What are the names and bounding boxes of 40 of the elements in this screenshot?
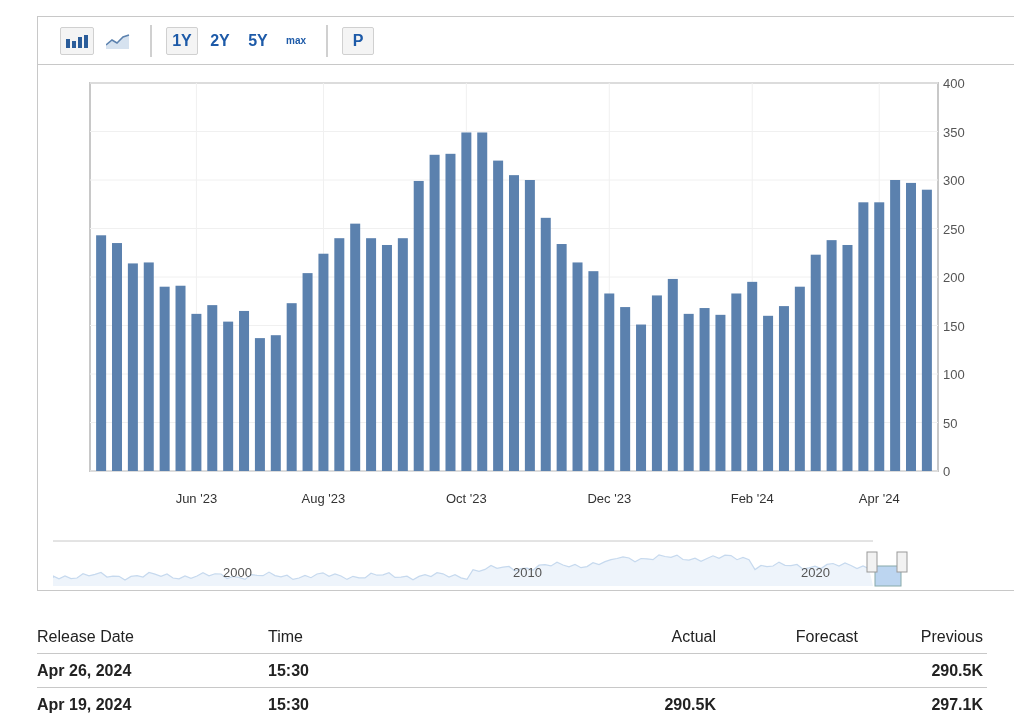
x-axis-label: Jun '23	[175, 491, 218, 506]
x-axis-label: Aug '23	[301, 491, 346, 506]
column-header: Previous	[919, 628, 983, 646]
range-button[interactable]: 1Y	[166, 26, 198, 55]
column-header: Release Date	[37, 628, 135, 646]
table-cell-text: Apr 19, 2024	[37, 695, 133, 714]
range-button[interactable]: 5Y	[242, 26, 274, 55]
y-axis-label: 300	[943, 173, 965, 188]
table-cell-text: 15:30	[268, 695, 310, 714]
navigator-handle[interactable]	[896, 551, 908, 573]
y-axis-label: 250	[943, 221, 965, 237]
navigator-year-label: 2000	[223, 565, 252, 580]
column-header: Forecast	[794, 628, 858, 646]
navigator-year-label: 2020	[801, 565, 830, 580]
y-axis-label: 350	[943, 124, 965, 140]
chart-type-button[interactable]	[60, 26, 94, 55]
column-header: Actual	[670, 628, 716, 646]
column-header: Time	[268, 628, 304, 646]
line-chart-icon	[106, 32, 130, 49]
x-axis-label: Dec '23	[587, 491, 632, 506]
x-axis-label: Oct '23	[445, 491, 487, 506]
navigator-year-label: 2010	[513, 565, 542, 580]
table-cell-text: 297.1K	[930, 695, 983, 714]
y-axis-label: 0	[943, 464, 951, 479]
y-axis-label: 100	[943, 367, 965, 382]
p-button[interactable]: P	[342, 26, 374, 55]
bar-chart-icon	[66, 33, 88, 48]
x-axis-label: Feb '24	[730, 491, 774, 506]
table-cell-text: 290.5K	[930, 661, 983, 680]
x-axis-label: Apr '24	[858, 491, 900, 506]
range-button[interactable]: 2Y	[204, 26, 236, 55]
table-cell-text: Apr 26, 2024	[37, 661, 133, 680]
y-axis-label: 200	[943, 270, 965, 285]
navigator-handle[interactable]	[866, 551, 878, 573]
y-axis-label: 50	[943, 415, 958, 431]
range-button[interactable]: max	[280, 26, 312, 55]
table-cell-text: 15:30	[268, 661, 310, 680]
y-axis-label: 400	[943, 78, 965, 91]
table-cell-text: 290.5K	[663, 695, 716, 714]
y-axis-label: 150	[943, 318, 965, 334]
